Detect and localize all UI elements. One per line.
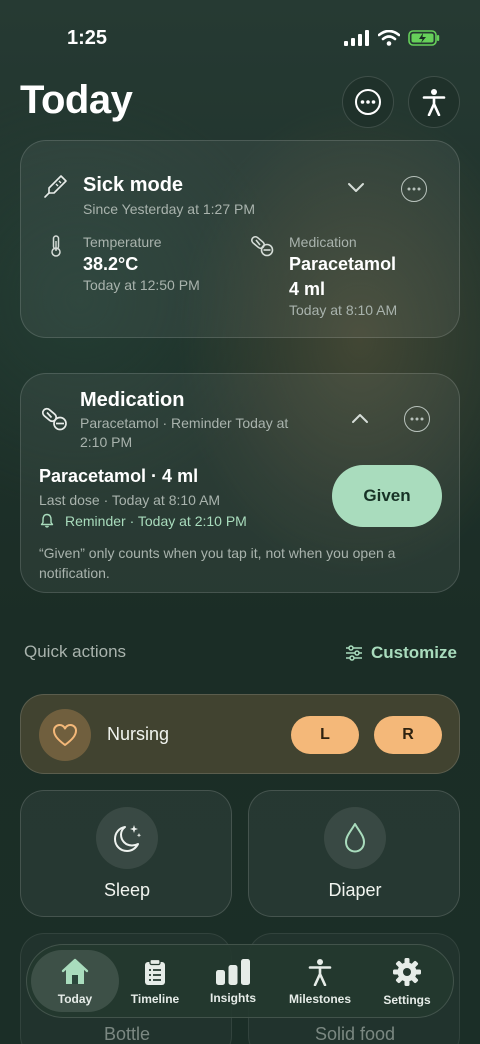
sick-mode-title: Sick mode	[83, 174, 184, 196]
medication-card-subtitle-time: 2:10 PM	[80, 434, 133, 450]
sick-mode-card[interactable]: Sick mode Since Yesterday at 1:27 PM Tem…	[20, 140, 460, 338]
medication-time: Today at 8:10 AM	[289, 302, 398, 318]
tab-settings[interactable]: Settings	[367, 945, 447, 1019]
medication-dose: 4 ml	[289, 279, 326, 299]
diaper-icon-circle	[324, 807, 386, 869]
sleep-tile[interactable]: Sleep	[20, 790, 232, 917]
customize-button[interactable]: Customize	[345, 643, 457, 663]
more-button[interactable]	[342, 76, 394, 128]
bottle-label: Bottle	[103, 1024, 151, 1044]
nursing-right-button[interactable]: R	[374, 716, 442, 754]
status-time: 1:25	[67, 27, 108, 49]
wifi-icon	[378, 30, 400, 46]
tab-bar: Today Timeline Insights Milestones Setti…	[26, 944, 454, 1018]
status-icons	[344, 30, 440, 46]
person-icon	[308, 959, 332, 986]
clipboard-icon	[145, 958, 165, 985]
tab-label: Milestones	[288, 992, 351, 1006]
given-note-line: notification.	[39, 565, 110, 581]
thermometer-icon	[44, 175, 67, 198]
medication-name: Paracetamol	[289, 254, 397, 274]
chevron-down-icon[interactable]	[347, 181, 365, 193]
accessibility-icon	[422, 89, 446, 116]
tab-milestones[interactable]: Milestones	[279, 945, 361, 1019]
diaper-label: Diaper	[328, 880, 382, 900]
sick-mode-more-icon[interactable]	[401, 176, 427, 202]
tab-today[interactable]: Today	[31, 945, 119, 1019]
nursing-icon-circle	[39, 709, 91, 761]
heart-icon	[53, 724, 77, 746]
medication-card: Medication Paracetamol · Reminder Today …	[20, 373, 460, 593]
page-title: Today	[20, 78, 133, 122]
battery-charging-icon	[408, 30, 440, 46]
tab-insights[interactable]: Insights	[193, 945, 273, 1019]
last-dose: Last dose · Today at 8:10 AM	[39, 492, 221, 508]
chevron-up-icon[interactable]	[351, 412, 369, 424]
given-note-line: “Given” only counts when you tap it, not…	[39, 545, 396, 561]
more-dots-icon	[355, 89, 381, 115]
medication-more-icon[interactable]	[404, 406, 430, 432]
nursing-label: Nursing	[107, 724, 170, 744]
temperature-label: Temperature	[83, 234, 162, 250]
sleep-icon-circle	[96, 807, 158, 869]
pills-icon	[251, 235, 274, 257]
given-button[interactable]: Given	[332, 465, 442, 527]
gear-icon	[393, 958, 421, 986]
temperature-icon	[51, 235, 61, 257]
nursing-card[interactable]: Nursing L R	[20, 694, 460, 774]
bell-icon	[40, 513, 54, 528]
tab-timeline[interactable]: Timeline	[115, 945, 195, 1019]
given-note: “Given” only counts when you tap it, not…	[39, 543, 395, 583]
tab-label: Insights	[209, 991, 256, 1005]
medication-label: Medication	[289, 234, 357, 250]
tab-label: Timeline	[130, 992, 180, 1006]
pills-icon	[41, 407, 67, 431]
customize-label: Customize	[371, 643, 457, 662]
sleep-label: Sleep	[103, 880, 151, 900]
signal-icon	[344, 30, 369, 46]
temperature-value: 38.2°C	[83, 254, 139, 274]
reminder-text: Reminder · Today at 2:10 PM	[65, 513, 247, 529]
bar-chart-icon	[216, 959, 250, 985]
diaper-tile[interactable]: Diaper	[248, 790, 460, 917]
drop-icon	[345, 823, 365, 853]
solid-food-label: Solid food	[314, 1024, 396, 1044]
quick-actions-title: Quick actions	[24, 642, 127, 661]
medication-card-subtitle: Paracetamol · Reminder Today at	[80, 415, 289, 431]
medication-card-title: Medication	[80, 389, 185, 411]
sick-mode-subtitle: Since Yesterday at 1:27 PM	[83, 201, 255, 217]
tab-label: Today	[57, 992, 93, 1006]
dose-title: Paracetamol · 4 ml	[39, 466, 199, 486]
home-icon	[61, 958, 89, 984]
sliders-icon	[346, 645, 362, 661]
tab-label: Settings	[383, 993, 431, 1007]
moon-stars-icon	[114, 825, 142, 852]
nursing-left-button[interactable]: L	[291, 716, 359, 754]
accessibility-button[interactable]	[408, 76, 460, 128]
temperature-time: Today at 12:50 PM	[83, 277, 200, 293]
